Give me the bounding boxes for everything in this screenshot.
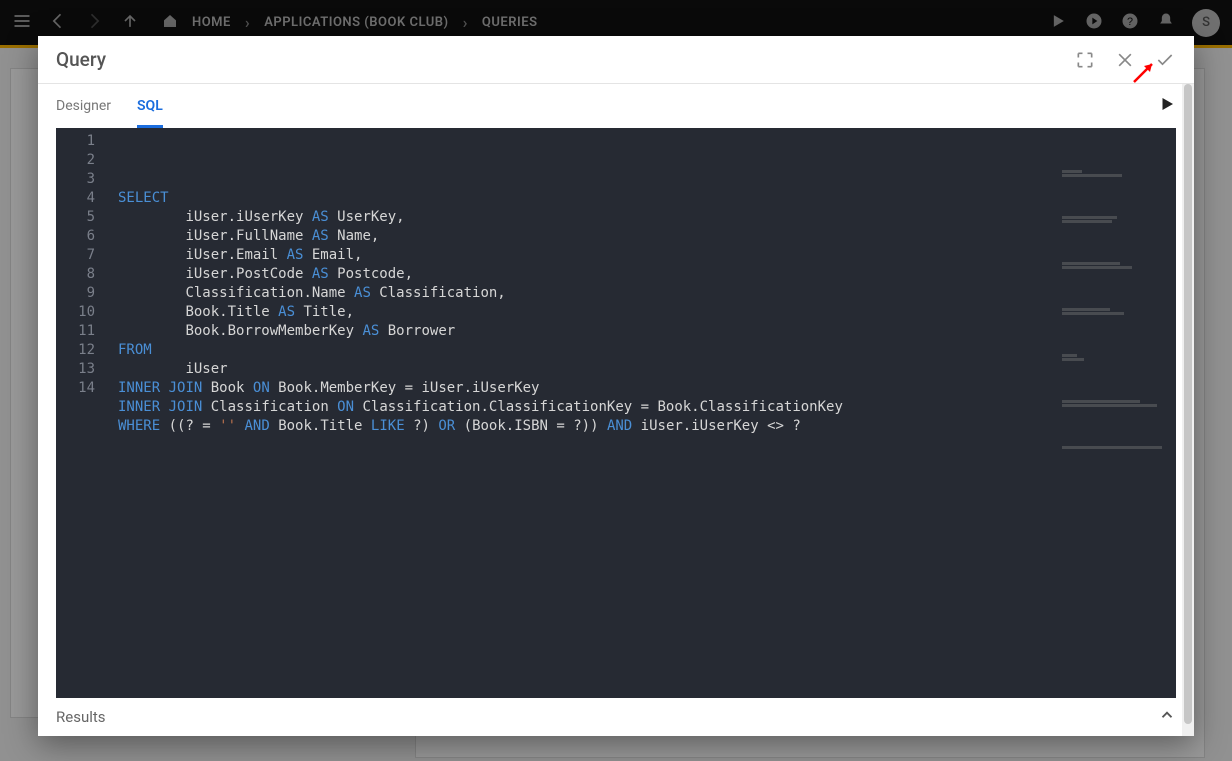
results-panel-header[interactable]: Results <box>38 698 1194 736</box>
results-label: Results <box>56 708 106 726</box>
modal-tabs: Designer SQL <box>38 84 1194 128</box>
code-area[interactable]: SELECT iUser.iUserKey AS UserKey, iUser.… <box>108 128 1176 698</box>
modal-scrollbar[interactable] <box>1182 84 1194 736</box>
fullscreen-icon[interactable] <box>1074 49 1096 71</box>
tab-designer[interactable]: Designer <box>56 84 111 128</box>
run-query-button[interactable] <box>1158 95 1176 117</box>
tab-sql[interactable]: SQL <box>137 84 163 128</box>
modal-title: Query <box>56 48 106 71</box>
sql-editor[interactable]: 1234567891011121314 SELECT iUser.iUserKe… <box>56 128 1176 698</box>
query-modal: Query Designer SQL 1234567891011121314 <box>38 36 1194 736</box>
close-icon[interactable] <box>1114 49 1136 71</box>
scrollbar-thumb[interactable] <box>1184 84 1192 724</box>
line-gutter: 1234567891011121314 <box>56 128 108 698</box>
confirm-check-icon[interactable] <box>1154 49 1176 71</box>
chevron-up-icon[interactable] <box>1158 706 1176 728</box>
modal-header: Query <box>38 36 1194 84</box>
